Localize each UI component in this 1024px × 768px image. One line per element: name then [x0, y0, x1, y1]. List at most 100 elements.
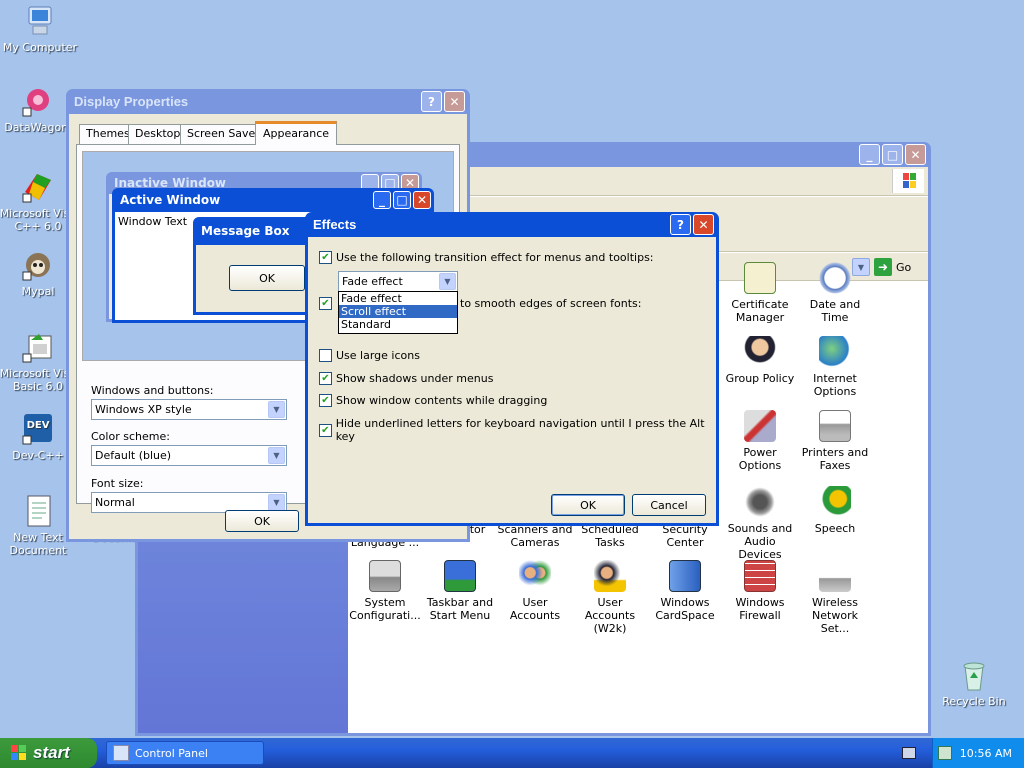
transition-label: Use the following transition effect for … [336, 251, 654, 264]
transition-dropdown-list: Fade effect Scroll effect Standard [338, 291, 458, 334]
close-icon[interactable]: ✕ [444, 91, 465, 112]
display-ok-button[interactable]: OK [225, 510, 299, 532]
cp-item-date-time[interactable]: Date and Time [797, 262, 873, 324]
cp-item-label: Group Policy [725, 372, 795, 385]
desktop-icon-label: Recycle Bin [942, 695, 1006, 708]
desktop-icon-label: My Computer [2, 41, 78, 54]
large-icons-option[interactable]: Use large icons [319, 349, 420, 362]
dev-cpp-icon: DEV [21, 412, 55, 446]
cp-item-power-options[interactable]: Power Options [722, 410, 798, 472]
cp-item-scheduled-tasks[interactable]: Scheduled Tasks [572, 523, 648, 549]
window-title: Display Properties [74, 94, 189, 109]
windows-buttons-select[interactable]: Windows XP style ▼ [91, 399, 287, 420]
large-icons-checkbox[interactable] [319, 349, 332, 362]
cp-item-sounds-audio[interactable]: Sounds and Audio Devices [722, 486, 798, 561]
cp-item-printers-faxes[interactable]: Printers and Faxes [797, 410, 873, 472]
cp-item-certificate-manager[interactable]: Certificate Manager [722, 262, 798, 324]
cp-item-label: Windows Firewall [735, 596, 785, 622]
cp-item-user-accounts[interactable]: User Accounts [497, 560, 573, 622]
large-icons-label: Use large icons [336, 349, 420, 362]
effects-client: ✔ Use the following transition effect fo… [308, 237, 716, 523]
transition-option-item[interactable]: Standard [339, 318, 457, 331]
transition-option[interactable]: ✔ Use the following transition effect fo… [319, 251, 654, 264]
drag-contents-checkbox[interactable]: ✔ [319, 394, 332, 407]
cp-item-label: System Configurati... [349, 596, 421, 622]
effects-titlebar[interactable]: Effects ? ✕ [308, 212, 716, 237]
help-icon[interactable]: ? [670, 214, 691, 235]
cp-item-label: Sounds and Audio Devices [727, 522, 793, 561]
start-button[interactable]: start [0, 738, 97, 768]
tab-desktop[interactable]: Desktop [128, 124, 188, 144]
preview-ok-button: OK [229, 265, 305, 291]
taskbar-task-control-panel[interactable]: Control Panel [106, 741, 264, 765]
certificate-icon [744, 262, 776, 294]
cp-item-label: Speech [814, 522, 856, 535]
close-icon[interactable]: ✕ [905, 144, 926, 165]
cp-item-scanners-cameras[interactable]: Scanners and Cameras [497, 523, 573, 549]
transition-select[interactable]: Fade effect ▼ [338, 271, 458, 292]
cp-item-group-policy[interactable]: Group Policy [722, 336, 798, 385]
cp-item-windows-firewall[interactable]: Windows Firewall [722, 560, 798, 622]
smooth-fonts-label: to smooth edges of screen fonts: [460, 297, 642, 310]
desktop-icon-recycle-bin[interactable]: Recycle Bin [934, 658, 1014, 708]
visual-cpp-icon [21, 170, 55, 204]
effects-ok-button[interactable]: OK [551, 494, 625, 516]
internet-options-icon [819, 336, 851, 368]
cp-item-internet-options[interactable]: Internet Options [797, 336, 873, 398]
cp-item-label: User Accounts (W2k) [584, 596, 636, 635]
maximize-icon: □ [393, 191, 411, 209]
windows-flag-icon [10, 744, 28, 762]
drag-contents-option[interactable]: ✔ Show window contents while dragging [319, 394, 547, 407]
cp-item-taskbar-start[interactable]: Taskbar and Start Menu [422, 560, 498, 622]
transition-checkbox[interactable]: ✔ [319, 251, 332, 264]
smooth-fonts-checkbox[interactable]: ✔ [319, 297, 332, 310]
go-button[interactable]: ➜ Go [874, 257, 911, 277]
keyboard-icon[interactable] [902, 747, 916, 759]
cp-item-windows-cardspace[interactable]: Windows CardSpace [647, 560, 723, 622]
mypal-icon [21, 248, 55, 282]
cp-item-system-config[interactable]: System Configurati... [347, 560, 423, 622]
shadows-checkbox[interactable]: ✔ [319, 372, 332, 385]
close-icon[interactable]: ✕ [693, 214, 714, 235]
chevron-down-icon: ▼ [268, 447, 285, 464]
desktop-icon-my-computer[interactable]: My Computer [0, 4, 80, 54]
effects-dialog: Effects ? ✕ ✔ Use the following transiti… [305, 212, 719, 526]
network-icon[interactable] [937, 746, 952, 760]
cp-item-speech[interactable]: Speech [797, 486, 873, 535]
system-tray: 10:56 AM [932, 738, 1024, 768]
minimize-icon: _ [373, 191, 391, 209]
taskbar: start Control Panel 10:56 AM [0, 738, 1024, 768]
transition-value: Fade effect [342, 275, 403, 288]
cp-item-wireless-network[interactable]: Wireless Network Set... [797, 560, 873, 635]
go-arrow-icon: ➜ [874, 258, 892, 276]
color-scheme-select[interactable]: Default (blue) ▼ [91, 445, 287, 466]
cp-item-label: Certificate Manager [731, 298, 789, 324]
help-icon[interactable]: ? [421, 91, 442, 112]
clock[interactable]: 10:56 AM [960, 747, 1012, 760]
minimize-icon[interactable]: _ [859, 144, 880, 165]
transition-option-item[interactable]: Fade effect [339, 292, 457, 305]
windows-buttons-label: Windows and buttons: [91, 384, 214, 397]
cp-item-label: Internet Options [813, 372, 857, 398]
system-config-icon [369, 560, 401, 592]
cp-item-user-accounts-w2k[interactable]: User Accounts (W2k) [572, 560, 648, 635]
hide-underline-checkbox[interactable]: ✔ [319, 423, 332, 437]
cp-item-security-center[interactable]: Security Center [647, 523, 723, 549]
hide-underline-option[interactable]: ✔ Hide underlined letters for keyboard n… [319, 417, 716, 443]
display-properties-titlebar[interactable]: Display Properties ? ✕ [69, 89, 467, 114]
windows-logo-icon [892, 169, 924, 193]
clock-icon [819, 262, 851, 294]
tab-appearance[interactable]: Appearance [255, 121, 338, 145]
transition-option-item-highlighted[interactable]: Scroll effect [339, 305, 457, 318]
chevron-down-icon: ▼ [439, 273, 456, 290]
shadows-option[interactable]: ✔ Show shadows under menus [319, 372, 493, 385]
users-w2k-icon [594, 560, 626, 592]
preview-message-box: Message Box OK [193, 217, 323, 315]
effects-cancel-button[interactable]: Cancel [632, 494, 706, 516]
datawagon-icon [21, 84, 55, 118]
tab-screen-saver[interactable]: Screen Saver [180, 124, 267, 144]
chevron-down-icon: ▼ [268, 494, 285, 511]
maximize-icon[interactable]: □ [882, 144, 903, 165]
speaker-icon [744, 486, 776, 518]
cp-item-label: Taskbar and Start Menu [426, 596, 494, 622]
